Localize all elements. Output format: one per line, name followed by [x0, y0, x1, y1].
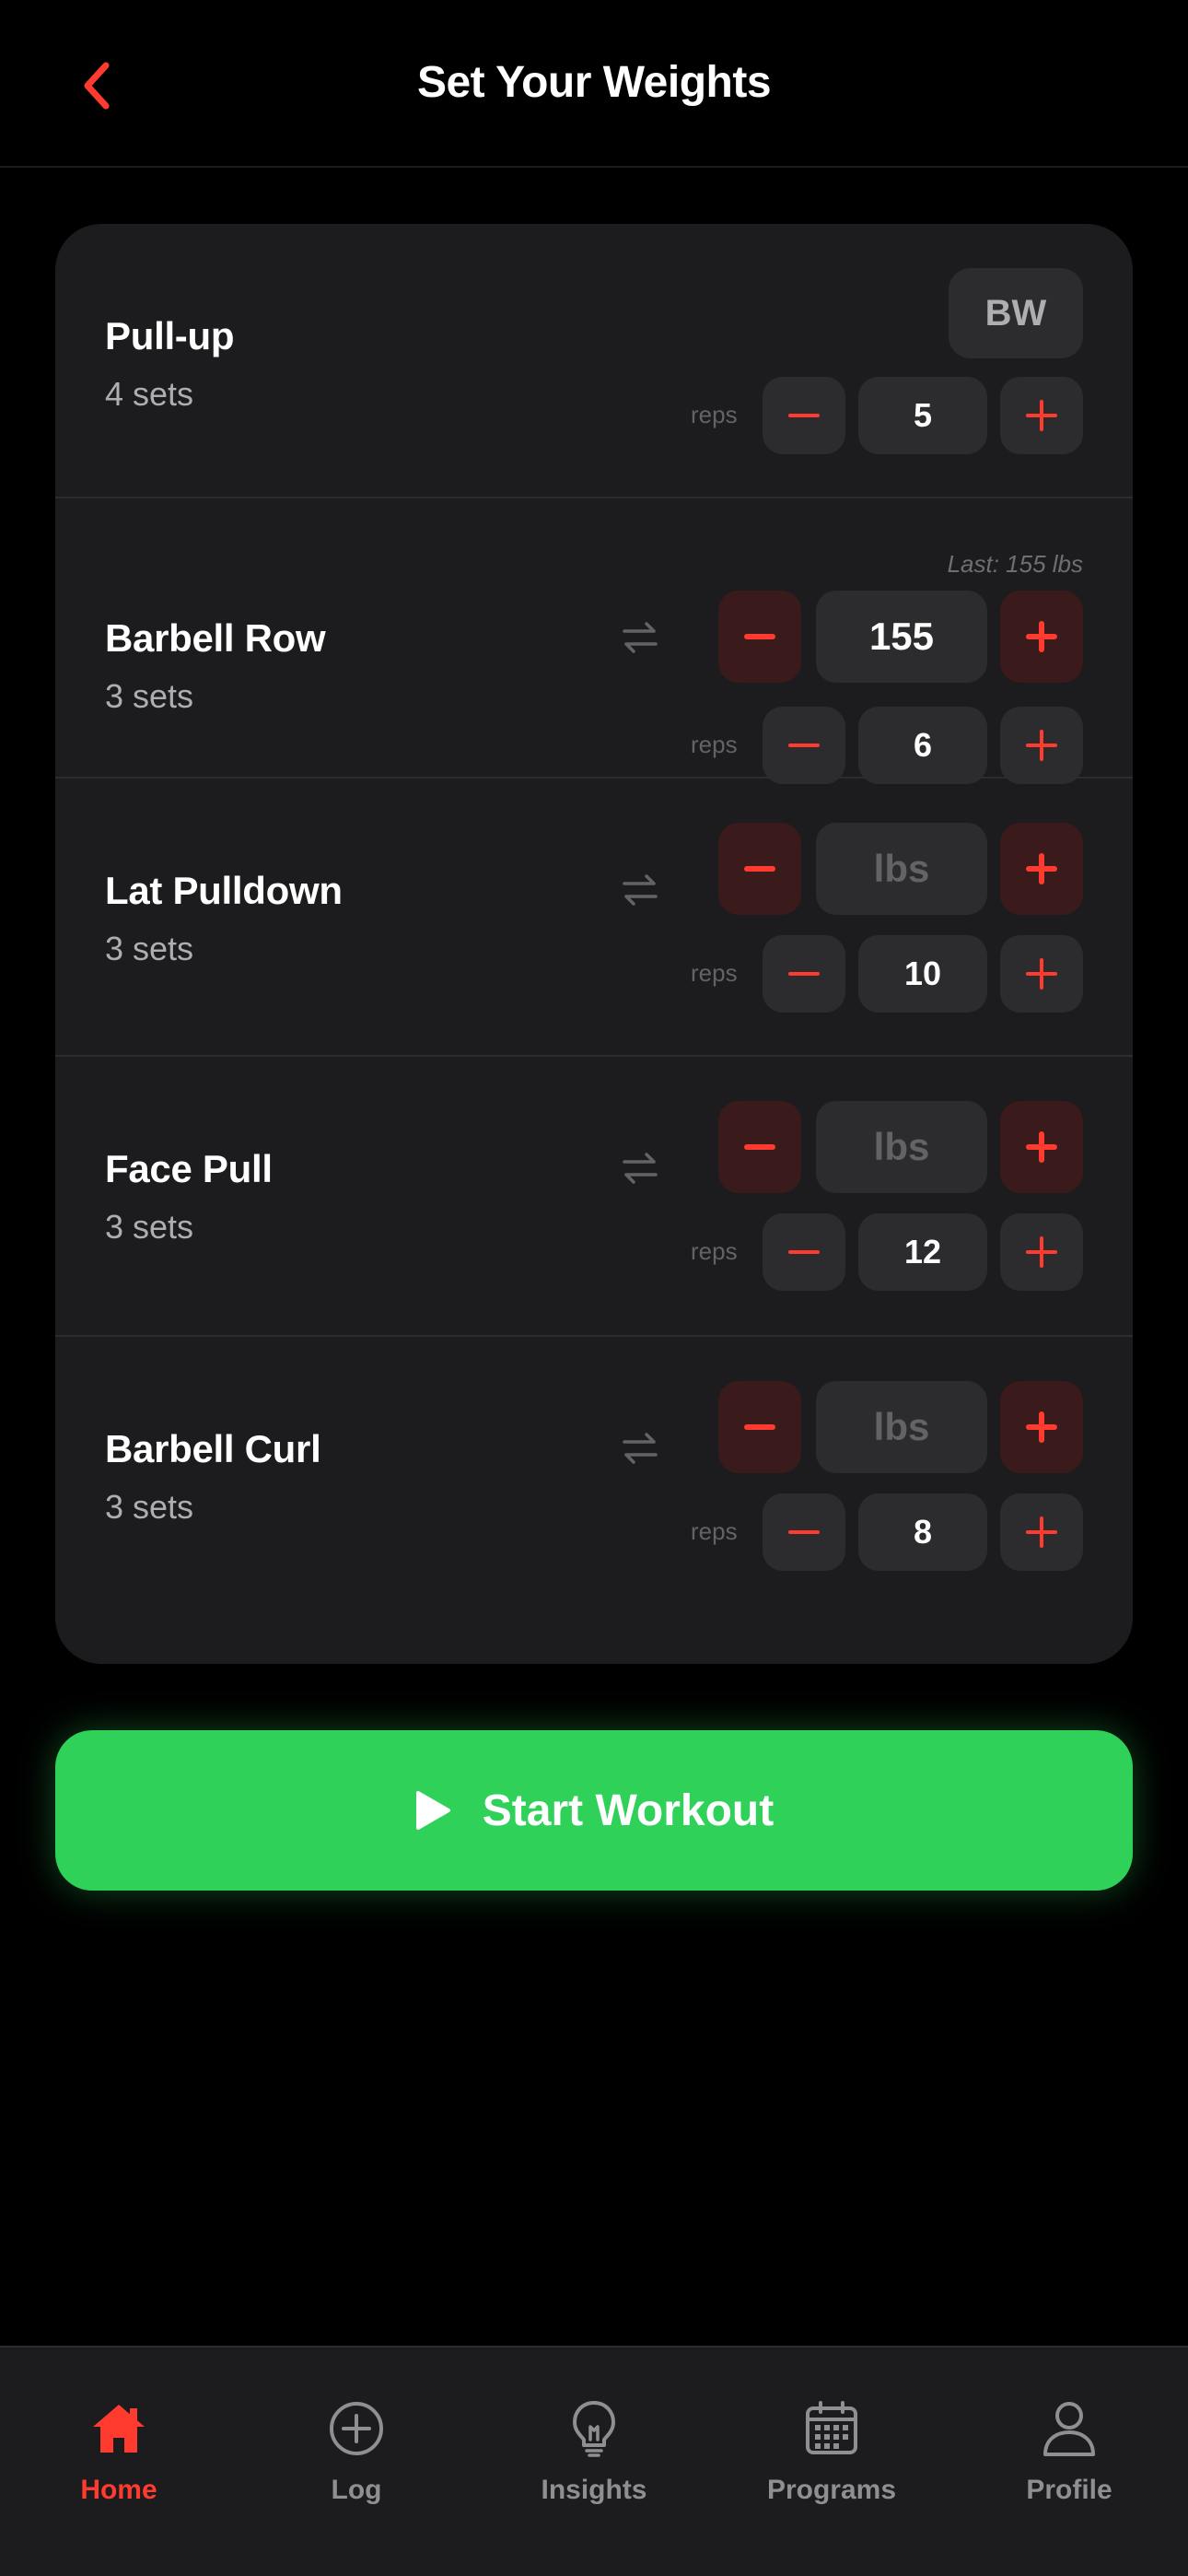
tab-bar: Home Log Insights Programs Profile [0, 2346, 1188, 2576]
reps-value[interactable]: 5 [858, 377, 987, 454]
plus-icon [1026, 621, 1057, 652]
plus-icon [1026, 1131, 1057, 1163]
tab-label: Home [80, 2475, 157, 2505]
plus-icon [1026, 730, 1057, 761]
exercise-row: Lat Pulldown 3 sets lbs reps 10 [55, 779, 1133, 1057]
swap-icon[interactable] [617, 1425, 663, 1471]
reps-label: reps [691, 1517, 738, 1545]
exercise-name: Lat Pulldown [105, 869, 343, 912]
reps-increment-button[interactable] [1000, 707, 1083, 784]
swap-icon[interactable] [617, 615, 663, 661]
reps-value[interactable]: 8 [858, 1493, 987, 1571]
exercise-sets: 3 sets [105, 1208, 194, 1246]
tab-profile[interactable]: Profile [950, 2348, 1188, 2576]
weight-decrement-button[interactable] [718, 1381, 801, 1473]
reps-label: reps [691, 1237, 738, 1265]
weight-decrement-button[interactable] [718, 823, 801, 915]
reps-decrement-button[interactable] [763, 377, 845, 454]
minus-icon [744, 1144, 775, 1150]
user-icon [1043, 2402, 1095, 2456]
plus-icon [1026, 958, 1057, 989]
swap-icon[interactable] [617, 867, 663, 913]
reps-increment-button[interactable] [1000, 935, 1083, 1013]
weight-input[interactable]: lbs [816, 1381, 987, 1473]
weight-increment-button[interactable] [1000, 1101, 1083, 1193]
reps-value[interactable]: 10 [858, 935, 987, 1013]
reps-value[interactable]: 6 [858, 707, 987, 784]
weight-increment-button[interactable] [1000, 591, 1083, 683]
reps-decrement-button[interactable] [763, 935, 845, 1013]
lightbulb-icon [573, 2401, 615, 2457]
tab-programs[interactable]: Programs [713, 2348, 950, 2576]
header: Set Your Weights [0, 0, 1188, 168]
plus-icon [1026, 400, 1057, 431]
plus-icon [1026, 1236, 1057, 1268]
reps-decrement-button[interactable] [763, 707, 845, 784]
reps-label: reps [691, 401, 738, 428]
plus-icon [1026, 1411, 1057, 1443]
tab-home[interactable]: Home [0, 2348, 238, 2576]
tab-label: Profile [1026, 2475, 1112, 2505]
reps-increment-button[interactable] [1000, 1213, 1083, 1291]
weight-value[interactable]: 155 [816, 591, 987, 683]
minus-icon [744, 634, 775, 639]
exercise-row: Barbell Curl 3 sets lbs reps 8 [55, 1337, 1133, 1664]
minus-icon [788, 1250, 820, 1254]
minus-icon [788, 744, 820, 747]
reps-label: reps [691, 731, 738, 758]
reps-increment-button[interactable] [1000, 1493, 1083, 1571]
play-icon [415, 1791, 450, 1830]
bodyweight-badge[interactable]: BW [949, 268, 1083, 358]
tab-label: Programs [766, 2475, 897, 2505]
reps-increment-button[interactable] [1000, 377, 1083, 454]
minus-icon [744, 866, 775, 872]
weight-increment-button[interactable] [1000, 823, 1083, 915]
exercise-sets: 3 sets [105, 1488, 194, 1526]
tab-log[interactable]: Log [238, 2348, 475, 2576]
exercise-name: Face Pull [105, 1147, 273, 1190]
exercise-sets: 3 sets [105, 930, 194, 967]
screen: Set Your Weights Pull-up 4 sets BW reps … [0, 0, 1188, 2576]
exercise-sets: 4 sets [105, 375, 194, 413]
exercise-card: Pull-up 4 sets BW reps 5 Last: 155 lbs B… [55, 224, 1133, 1664]
exercise-name: Barbell Curl [105, 1427, 321, 1470]
reps-decrement-button[interactable] [763, 1493, 845, 1571]
page-title: Set Your Weights [416, 58, 772, 107]
tab-label: Log [331, 2475, 382, 2505]
home-icon [93, 2405, 145, 2453]
start-workout-label: Start Workout [482, 1786, 775, 1835]
exercise-name: Barbell Row [105, 616, 326, 660]
weight-decrement-button[interactable] [718, 591, 801, 683]
weight-input[interactable]: lbs [816, 1101, 987, 1193]
reps-decrement-button[interactable] [763, 1213, 845, 1291]
weight-increment-button[interactable] [1000, 1381, 1083, 1473]
start-workout-button[interactable]: Start Workout [55, 1730, 1133, 1891]
reps-label: reps [691, 959, 738, 987]
minus-icon [744, 1424, 775, 1430]
exercise-row: Face Pull 3 sets lbs reps 12 [55, 1057, 1133, 1337]
weight-input[interactable]: lbs [816, 823, 987, 915]
last-weight-note: Last: 155 lbs [947, 550, 1083, 578]
tab-label: Insights [541, 2475, 647, 2505]
minus-icon [788, 972, 820, 976]
plus-icon [1026, 853, 1057, 884]
reps-value[interactable]: 12 [858, 1213, 987, 1291]
exercise-row: Pull-up 4 sets BW reps 5 [55, 224, 1133, 498]
plus-circle-icon [330, 2402, 383, 2455]
weight-decrement-button[interactable] [718, 1101, 801, 1193]
exercise-sets: 3 sets [105, 677, 194, 715]
plus-icon [1026, 1516, 1057, 1548]
minus-icon [788, 414, 820, 417]
minus-icon [788, 1530, 820, 1534]
tab-insights[interactable]: Insights [475, 2348, 713, 2576]
swap-icon[interactable] [617, 1145, 663, 1191]
exercise-name: Pull-up [105, 314, 235, 357]
calendar-icon [806, 2401, 857, 2454]
exercise-row: Last: 155 lbs Barbell Row 3 sets 155 rep… [55, 498, 1133, 784]
